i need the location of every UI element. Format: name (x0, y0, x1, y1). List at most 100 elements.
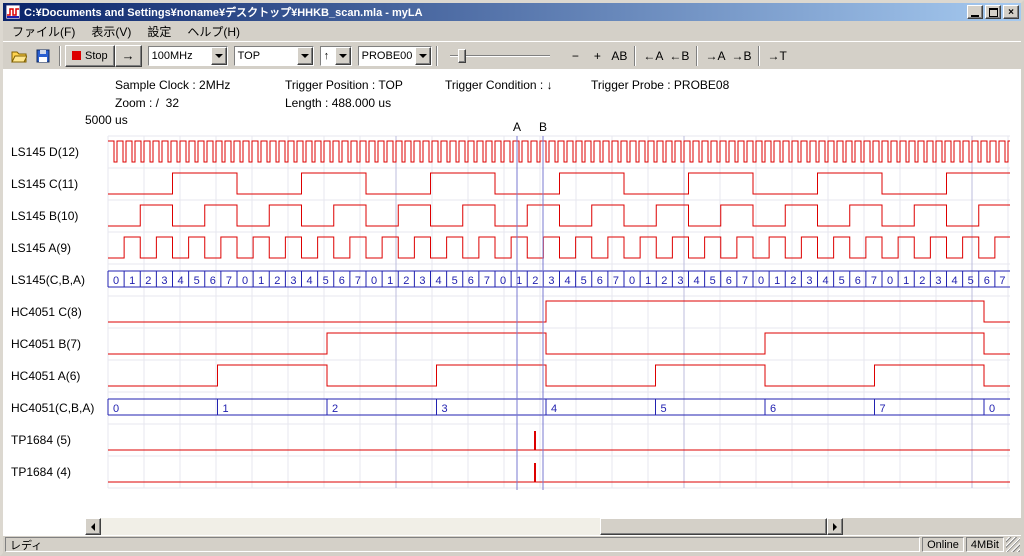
stop-button[interactable]: Stop (65, 45, 115, 67)
bus-value: 0 (758, 275, 764, 287)
bus-value: 4 (178, 275, 184, 287)
bus-value: 7 (871, 275, 877, 287)
trigger-edge-arrow[interactable] (335, 47, 351, 65)
wave-path (108, 173, 1010, 194)
bus-value: 7 (484, 275, 490, 287)
bus-value: 2 (919, 275, 925, 287)
toolbar-nav-button[interactable]: AB (608, 46, 630, 66)
toolbar-nav-button[interactable]: →T (764, 46, 789, 66)
channel-label: TP1684 (5) (11, 433, 71, 447)
toolbar-nav-button[interactable]: →B (728, 46, 754, 66)
clock-select-arrow[interactable] (211, 47, 227, 65)
app-window: C:¥Documents and Settings¥noname¥デスクトップ¥… (0, 0, 1024, 556)
clock-select[interactable]: 100MHz (148, 46, 228, 66)
scroll-left-button[interactable] (85, 518, 101, 535)
channel-label: TP1684 (4) (11, 465, 71, 479)
marker-label-b[interactable]: B (538, 120, 548, 134)
bus-value: 0 (242, 275, 248, 287)
bus-value: 5 (194, 275, 200, 287)
save-button[interactable] (31, 45, 55, 67)
minimize-icon (971, 15, 979, 17)
bus-value: 3 (935, 275, 941, 287)
bus-value: 1 (387, 275, 393, 287)
menu-bar: ファイル(F)表示(V)設定ヘルプ(H) (3, 21, 1021, 41)
channel-label: HC4051 A(6) (11, 369, 80, 383)
toolbar-separator (634, 46, 636, 66)
probe-select-arrow[interactable] (415, 47, 431, 65)
wave-path (108, 141, 1010, 162)
slider-thumb[interactable] (458, 49, 466, 63)
bus-value: 3 (419, 275, 425, 287)
toolbar-nav-button[interactable]: + (586, 46, 608, 66)
toolbar-separator (758, 46, 760, 66)
toolbar-nav: −+AB ←A←B →A→B →T (564, 46, 789, 66)
toolbar-separator (59, 46, 61, 66)
title-bar[interactable]: C:¥Documents and Settings¥noname¥デスクトップ¥… (3, 3, 1021, 21)
toolbar-nav-button[interactable]: ←B (666, 46, 692, 66)
resize-grip[interactable] (1006, 537, 1020, 552)
bus-value: 3 (290, 275, 296, 287)
bus-value: 7 (226, 275, 232, 287)
open-button[interactable] (7, 45, 31, 67)
horizontal-scrollbar[interactable] (85, 518, 843, 535)
bus-value: 4 (436, 275, 442, 287)
menu-item[interactable]: ファイル(F) (4, 21, 83, 42)
toolbar-nav-button[interactable]: ←A (640, 46, 666, 66)
toolbar-nav-button[interactable]: →A (702, 46, 728, 66)
bus-value: 1 (645, 275, 651, 287)
bus-value: 4 (565, 275, 571, 287)
trigger-position-arrow[interactable] (297, 47, 313, 65)
wave-path (108, 365, 1010, 386)
run-button[interactable]: → (115, 45, 142, 67)
stop-label: Stop (85, 50, 108, 62)
bus-value: 2 (332, 403, 338, 415)
trigger-edge-select[interactable]: ↑ (320, 46, 352, 66)
wave-path (108, 301, 1010, 322)
wave-path (396, 136, 972, 488)
scroll-right-button[interactable] (827, 518, 843, 535)
bus-value: 1 (223, 403, 229, 415)
status-bar: レディ Online 4MBit (3, 536, 1021, 553)
info-text: Length : 488.000 us (285, 96, 391, 110)
maximize-button[interactable] (985, 5, 1001, 19)
bus-value: 5 (323, 275, 329, 287)
channel-label: LS145 A(9) (11, 241, 71, 255)
close-button[interactable]: × (1003, 5, 1019, 19)
wave-path (108, 333, 1010, 354)
marker-label-a[interactable]: A (512, 120, 522, 134)
toolbar-separator (436, 46, 438, 66)
info-text: Trigger Probe : PROBE08 (591, 78, 729, 92)
status-memory: 4MBit (966, 537, 1004, 552)
bus-value: 0 (500, 275, 506, 287)
channel-label: HC4051(C,B,A) (11, 401, 94, 415)
bus-value: 1 (129, 275, 135, 287)
close-icon: × (1008, 7, 1014, 18)
zoom-slider[interactable] (450, 46, 550, 66)
bus-value: 6 (770, 403, 776, 415)
probe-select-value: PROBE00 (359, 47, 416, 65)
probe-select[interactable]: PROBE00 (358, 46, 433, 66)
trigger-position-select[interactable]: TOP (234, 46, 314, 66)
arrow-right-icon (833, 523, 837, 531)
bus-value: 0 (113, 403, 119, 415)
menu-item[interactable]: ヘルプ(H) (179, 21, 248, 42)
minimize-button[interactable] (967, 5, 983, 19)
bus-value: 6 (855, 275, 861, 287)
stop-icon (72, 51, 81, 60)
info-text: Trigger Condition : ↓ (445, 78, 553, 92)
bus-value: 3 (677, 275, 683, 287)
wave-path (108, 237, 1010, 258)
menu-item[interactable]: 表示(V) (83, 21, 139, 42)
scrollbar-thumb[interactable] (600, 518, 827, 535)
bus-value: 4 (694, 275, 700, 287)
channel-label: LS145(C,B,A) (11, 273, 85, 287)
bus-value: 3 (442, 403, 448, 415)
menu-item[interactable]: 設定 (139, 21, 179, 42)
toolbar-nav-button[interactable]: − (564, 46, 586, 66)
channel-label: LS145 C(11) (11, 177, 78, 191)
bus-value: 7 (880, 403, 886, 415)
bus-value: 2 (403, 275, 409, 287)
bus-value: 1 (258, 275, 264, 287)
bus-value: 6 (726, 275, 732, 287)
channel-label: HC4051 C(8) (11, 305, 82, 319)
